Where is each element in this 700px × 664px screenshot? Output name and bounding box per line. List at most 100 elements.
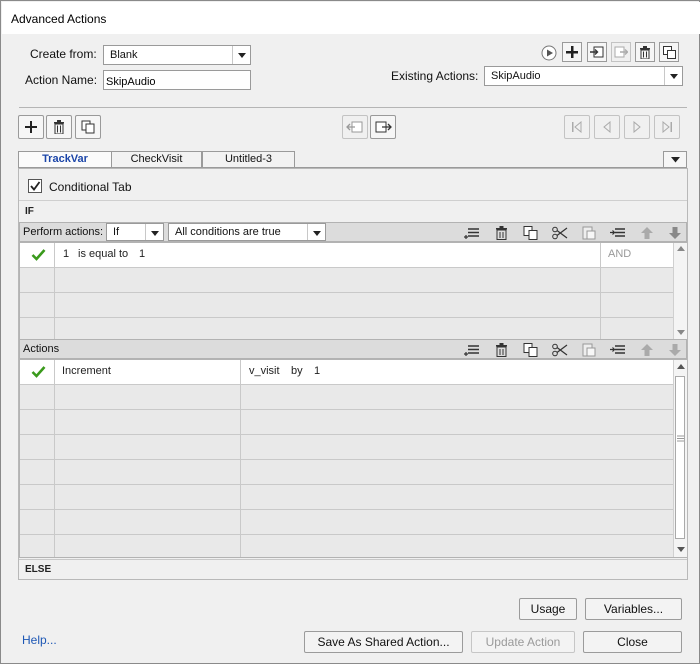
- table-row[interactable]: [20, 435, 673, 460]
- conditions-scrollbar[interactable]: [673, 243, 687, 339]
- play-preview-icon[interactable]: [541, 45, 557, 61]
- table-row[interactable]: [20, 385, 673, 410]
- copy-icon[interactable]: [523, 343, 539, 357]
- next-icon: [633, 121, 641, 133]
- first-tab-button[interactable]: [564, 115, 590, 139]
- existing-actions-value: SkipAudio: [491, 70, 541, 82]
- checkmark-icon: [30, 181, 41, 191]
- tab-list-button[interactable]: [663, 151, 687, 168]
- copy-icon[interactable]: [523, 226, 539, 240]
- insert-after-icon[interactable]: [610, 343, 626, 357]
- previous-icon: [603, 121, 611, 133]
- import-icon: [590, 46, 604, 58]
- conditional-tab-checkbox[interactable]: [28, 179, 42, 193]
- tab-trackvar[interactable]: TrackVar: [18, 151, 112, 168]
- else-section-header: ELSE: [25, 564, 52, 575]
- condition-operand2: 1: [139, 248, 146, 260]
- move-left-button[interactable]: [342, 115, 368, 139]
- prev-tab-button[interactable]: [594, 115, 620, 139]
- export-icon: [614, 46, 628, 58]
- scissors-icon[interactable]: [552, 343, 568, 357]
- table-row[interactable]: [20, 485, 673, 510]
- create-from-value: Blank: [110, 49, 138, 61]
- action-name-label: Action Name:: [25, 73, 98, 87]
- move-up-icon[interactable]: [640, 226, 656, 240]
- scrollbar-thumb[interactable]: [675, 376, 685, 539]
- help-link[interactable]: Help...: [22, 633, 57, 647]
- action-name: Increment: [62, 365, 111, 377]
- import-action-button[interactable]: [587, 42, 607, 62]
- if-section-header: IF: [25, 206, 34, 217]
- usage-button[interactable]: Usage: [519, 598, 577, 620]
- table-row[interactable]: [20, 410, 673, 435]
- chevron-down-icon: [232, 46, 250, 64]
- condition-operator: is equal to: [78, 248, 129, 260]
- delete-tab-button[interactable]: [46, 115, 72, 139]
- copy-tab-button[interactable]: [75, 115, 101, 139]
- table-row[interactable]: [20, 268, 673, 293]
- move-down-icon[interactable]: [668, 226, 684, 240]
- move-right-icon: [375, 121, 392, 133]
- add-tab-button[interactable]: [18, 115, 44, 139]
- table-row[interactable]: [20, 460, 673, 485]
- plus-icon: [25, 121, 37, 133]
- trash-icon[interactable]: [494, 226, 510, 240]
- save-as-shared-action-button[interactable]: Save As Shared Action...: [304, 631, 463, 653]
- chevron-down-icon: [670, 156, 680, 162]
- move-down-icon[interactable]: [668, 343, 684, 357]
- table-row[interactable]: Increment v_visit by 1: [20, 360, 673, 385]
- scroll-up-icon[interactable]: [677, 246, 685, 251]
- action-name-input[interactable]: [103, 70, 251, 90]
- trash-icon: [640, 45, 650, 59]
- variables-button[interactable]: Variables...: [585, 598, 682, 620]
- last-tab-button[interactable]: [654, 115, 680, 139]
- paste-icon[interactable]: [581, 343, 597, 357]
- export-action-button[interactable]: [611, 42, 631, 62]
- duplicate-action-button[interactable]: [659, 42, 679, 62]
- column-divider: [240, 360, 241, 557]
- table-row[interactable]: [20, 535, 673, 560]
- actions-scrollbar[interactable]: [673, 360, 687, 557]
- tab-untitled-3[interactable]: Untitled-3: [202, 151, 295, 168]
- column-divider: [54, 243, 55, 339]
- create-from-label: Create from:: [30, 47, 97, 61]
- scroll-down-icon[interactable]: [677, 547, 685, 552]
- insert-after-icon[interactable]: [610, 226, 626, 240]
- update-action-button[interactable]: Update Action: [471, 631, 575, 653]
- insert-row-icon[interactable]: [464, 343, 480, 357]
- close-button[interactable]: Close: [583, 631, 682, 653]
- window-title: Advanced Actions: [11, 12, 107, 26]
- scroll-down-icon[interactable]: [677, 330, 685, 335]
- check-icon: [31, 249, 46, 261]
- move-up-icon[interactable]: [640, 343, 656, 357]
- move-right-button[interactable]: [370, 115, 396, 139]
- condition-mode-value: All conditions are true: [175, 226, 281, 238]
- actions-grid: Increment v_visit by 1: [19, 359, 687, 558]
- next-tab-button[interactable]: [624, 115, 650, 139]
- duplicate-icon: [662, 45, 676, 59]
- tab-checkvisit[interactable]: CheckVisit: [111, 151, 202, 168]
- table-row[interactable]: [20, 510, 673, 535]
- trash-icon[interactable]: [494, 343, 510, 357]
- condition-mode-dropdown[interactable]: All conditions are true: [168, 223, 326, 241]
- divider: [19, 200, 687, 201]
- add-action-button[interactable]: [562, 42, 582, 62]
- perform-actions-dropdown[interactable]: If: [106, 223, 164, 241]
- insert-row-icon[interactable]: [464, 226, 480, 240]
- table-row[interactable]: 1 is equal to 1 AND: [20, 243, 673, 268]
- paste-icon[interactable]: [581, 226, 597, 240]
- create-from-dropdown[interactable]: Blank: [103, 45, 251, 65]
- check-icon: [31, 366, 46, 378]
- existing-actions-dropdown[interactable]: SkipAudio: [484, 66, 683, 86]
- actions-toolbar: Actions: [19, 339, 687, 359]
- advanced-actions-dialog: Advanced Actions Create from: Blank Acti…: [0, 0, 700, 664]
- condition-logic: AND: [608, 248, 632, 260]
- title-bar: Advanced Actions: [2, 2, 700, 34]
- conditional-tab-label: Conditional Tab: [49, 180, 132, 194]
- delete-action-button[interactable]: [635, 42, 655, 62]
- scroll-up-icon[interactable]: [677, 364, 685, 369]
- scissors-icon[interactable]: [552, 226, 568, 240]
- table-row[interactable]: [20, 293, 673, 318]
- divider: [19, 107, 687, 108]
- perform-actions-value: If: [113, 226, 120, 238]
